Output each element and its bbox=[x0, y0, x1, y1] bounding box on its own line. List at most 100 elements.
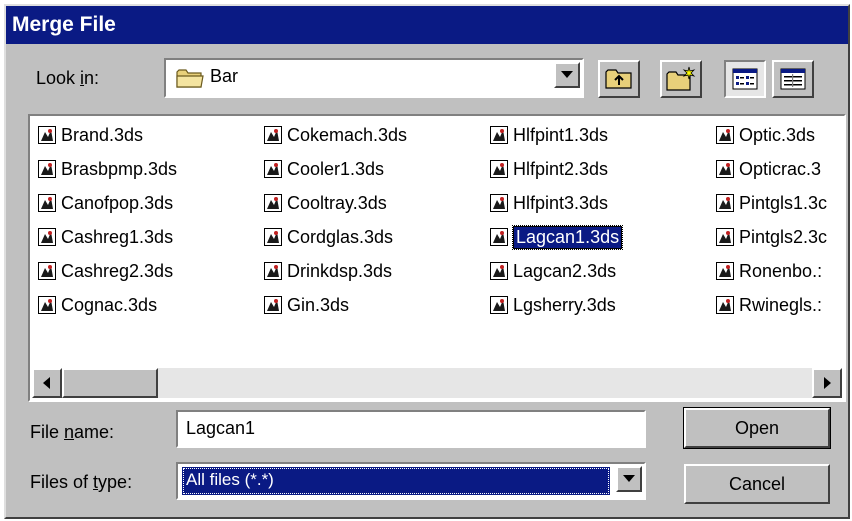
3ds-file-icon bbox=[38, 296, 56, 314]
file-name: Cokemach.3ds bbox=[287, 124, 408, 145]
file-item[interactable]: Cashreg2.3ds bbox=[38, 256, 173, 286]
file-name: Cashreg1.3ds bbox=[61, 226, 174, 247]
file-item[interactable]: Pintgls2.3c bbox=[716, 222, 827, 252]
file-item[interactable]: Cooltray.3ds bbox=[264, 188, 387, 218]
files-of-type-label: Files of type: bbox=[30, 472, 133, 492]
3ds-file-icon bbox=[38, 228, 56, 246]
file-name: Brasbpmp.3ds bbox=[61, 158, 178, 179]
file-name: Opticrac.3 bbox=[739, 158, 822, 179]
scroll-thumb[interactable] bbox=[62, 368, 158, 398]
file-name: Cashreg2.3ds bbox=[61, 260, 174, 281]
file-name: Pintgls2.3c bbox=[739, 226, 828, 247]
3ds-file-icon bbox=[38, 262, 56, 280]
file-item[interactable]: Drinkdsp.3ds bbox=[264, 256, 392, 286]
title-bar[interactable]: Merge File bbox=[6, 6, 848, 44]
3ds-file-icon bbox=[490, 228, 508, 246]
file-item[interactable]: Rwinegls.: bbox=[716, 290, 822, 320]
file-item[interactable]: Cokemach.3ds bbox=[264, 120, 407, 150]
file-name-label: File name: bbox=[30, 422, 115, 442]
details-view-icon bbox=[780, 68, 806, 90]
3ds-file-icon bbox=[38, 126, 56, 144]
look-in-combobox[interactable]: Bar bbox=[164, 58, 584, 98]
look-in-dropdown-button[interactable] bbox=[554, 62, 580, 88]
file-list[interactable]: Brand.3ds Brasbpmp.3ds Canofpop.3ds Cashreg… bbox=[28, 114, 846, 402]
file-item[interactable]: Hlfpint3.3ds bbox=[490, 188, 608, 218]
open-hotkey: O bbox=[734, 417, 749, 438]
3ds-file-icon bbox=[490, 126, 508, 144]
file-name: Hlfpint1.3ds bbox=[513, 124, 609, 145]
file-name: Gin.3ds bbox=[287, 294, 350, 315]
list-view-button[interactable] bbox=[724, 60, 766, 98]
horizontal-scrollbar[interactable] bbox=[32, 368, 842, 398]
3ds-file-icon bbox=[716, 296, 734, 314]
look-in-value: Bar bbox=[210, 66, 239, 86]
file-item[interactable]: Cooler1.3ds bbox=[264, 154, 384, 184]
file-name: Cooler1.3ds bbox=[287, 158, 385, 179]
3ds-file-icon bbox=[490, 160, 508, 178]
3ds-file-icon bbox=[716, 160, 734, 178]
file-item[interactable]: Hlfpint1.3ds bbox=[490, 120, 608, 150]
files-of-type-value: All files (*.*) bbox=[186, 470, 274, 489]
file-item[interactable]: Cognac.3ds bbox=[38, 290, 157, 320]
3ds-file-icon bbox=[264, 262, 282, 280]
3ds-file-icon bbox=[264, 296, 282, 314]
file-item[interactable]: Optic.3ds bbox=[716, 120, 815, 150]
3ds-file-icon bbox=[264, 160, 282, 178]
create-new-folder-button[interactable] bbox=[660, 60, 702, 98]
list-view-icon bbox=[732, 68, 758, 90]
file-item[interactable]: Opticrac.3 bbox=[716, 154, 821, 184]
3ds-file-icon bbox=[490, 194, 508, 212]
3ds-file-icon bbox=[38, 194, 56, 212]
file-name: Lagcan2.3ds bbox=[513, 260, 617, 281]
file-name: Cooltray.3ds bbox=[287, 192, 387, 213]
arrow-right-icon bbox=[824, 377, 831, 389]
file-name: Brand.3ds bbox=[61, 124, 144, 145]
file-item[interactable]: Brasbpmp.3ds bbox=[38, 154, 177, 184]
scroll-right-button[interactable] bbox=[812, 368, 842, 398]
file-item[interactable]: Lgsherry.3ds bbox=[490, 290, 616, 320]
file-item[interactable]: Hlfpint2.3ds bbox=[490, 154, 608, 184]
3ds-file-icon bbox=[264, 126, 282, 144]
files-of-type-highlight: All files (*.*) bbox=[182, 467, 610, 495]
3ds-file-icon bbox=[264, 194, 282, 212]
file-item[interactable]: Brand.3ds bbox=[38, 120, 143, 150]
folder-icon bbox=[176, 69, 204, 88]
file-name: Canofpop.3ds bbox=[61, 192, 174, 213]
scroll-left-button[interactable] bbox=[32, 368, 62, 398]
arrow-left-icon bbox=[43, 377, 50, 389]
3ds-file-icon bbox=[716, 262, 734, 280]
3ds-file-icon bbox=[264, 228, 282, 246]
file-name: Cognac.3ds bbox=[61, 294, 158, 315]
new-folder-icon bbox=[666, 66, 696, 91]
files-of-type-combobox[interactable]: All files (*.*) bbox=[176, 462, 646, 500]
cancel-button[interactable]: Cancel bbox=[684, 464, 830, 504]
file-name: Ronenbo.: bbox=[739, 260, 823, 281]
file-name: Optic.3ds bbox=[739, 124, 816, 145]
file-item[interactable]: Lagcan1.3ds bbox=[490, 222, 624, 252]
file-name: Hlfpint2.3ds bbox=[513, 158, 609, 179]
3ds-file-icon bbox=[490, 262, 508, 280]
dialog-title: Merge File bbox=[12, 13, 116, 36]
up-one-level-button[interactable] bbox=[598, 60, 640, 98]
3ds-file-icon bbox=[490, 296, 508, 314]
file-item[interactable]: Pintgls1.3c bbox=[716, 188, 827, 218]
chevron-down-icon bbox=[623, 475, 635, 482]
file-item[interactable]: Lagcan2.3ds bbox=[490, 256, 616, 286]
file-name: Lagcan1.3ds bbox=[511, 224, 624, 250]
merge-file-dialog: Merge File Look in: Bar Brand.3ds Brasbp… bbox=[4, 4, 850, 519]
file-name: Hlfpint3.3ds bbox=[513, 192, 609, 213]
file-item[interactable]: Gin.3ds bbox=[264, 290, 349, 320]
details-view-button[interactable] bbox=[772, 60, 814, 98]
file-name-input[interactable]: Lagcan1 bbox=[176, 410, 646, 448]
file-name: Cordglas.3ds bbox=[287, 226, 394, 247]
3ds-file-icon bbox=[38, 160, 56, 178]
file-item[interactable]: Ronenbo.: bbox=[716, 256, 822, 286]
file-item[interactable]: Cashreg1.3ds bbox=[38, 222, 173, 252]
file-name: Drinkdsp.3ds bbox=[287, 260, 393, 281]
file-item[interactable]: Cordglas.3ds bbox=[264, 222, 393, 252]
files-of-type-dropdown-button[interactable] bbox=[616, 466, 642, 492]
open-button[interactable]: Open bbox=[683, 407, 831, 449]
cancel-label: Cancel bbox=[728, 473, 786, 494]
file-item[interactable]: Canofpop.3ds bbox=[38, 188, 173, 218]
file-name: Rwinegls.: bbox=[739, 294, 823, 315]
